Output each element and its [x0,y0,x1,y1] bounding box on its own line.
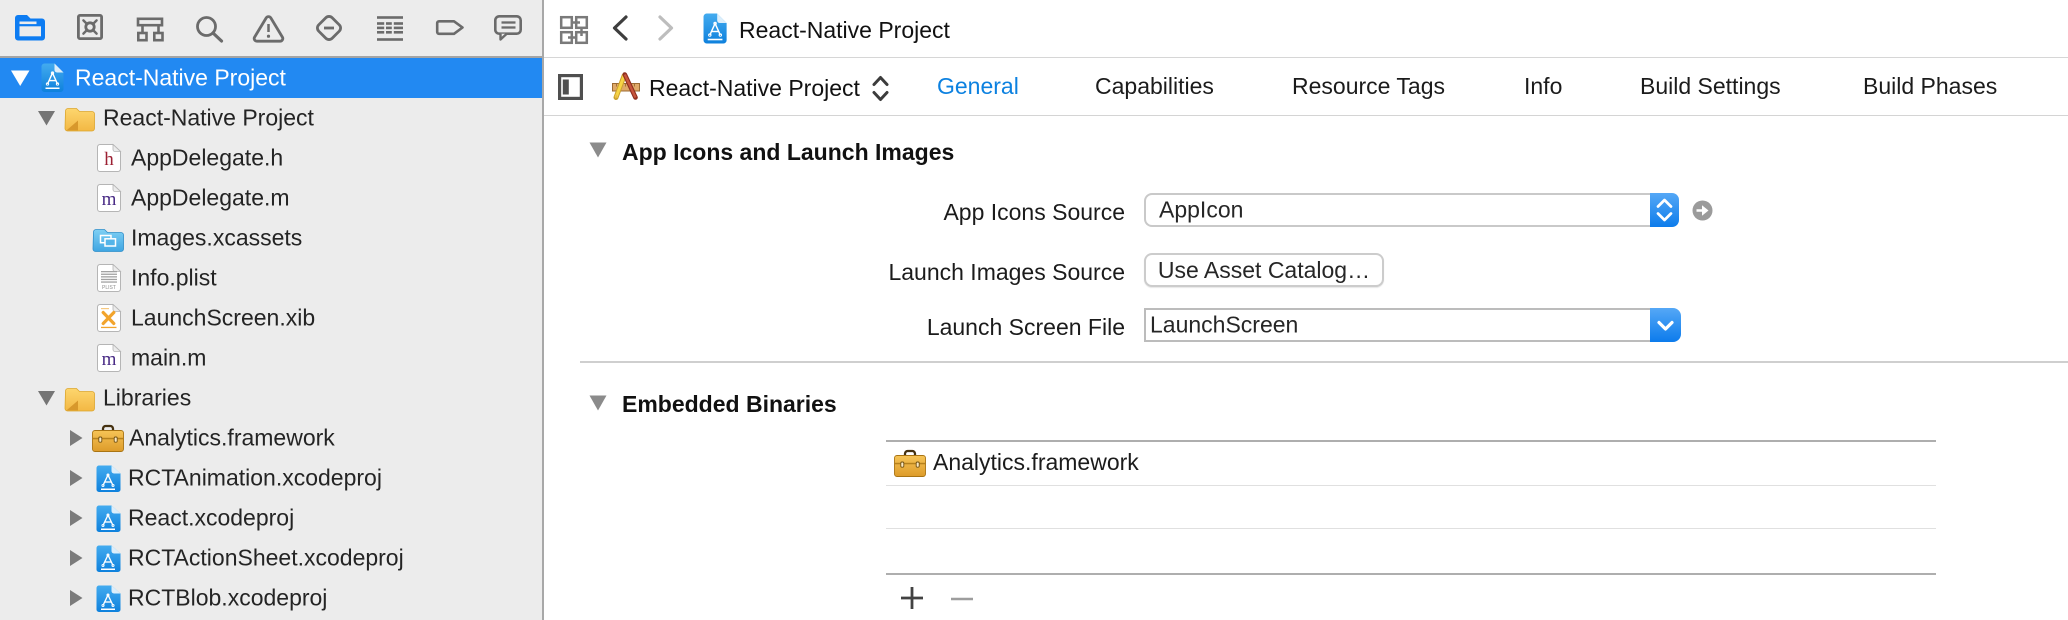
svg-text:h: h [104,149,114,170]
svg-text:PLIST: PLIST [102,285,116,291]
svg-text:m: m [102,349,117,370]
svg-text:m: m [102,189,117,210]
